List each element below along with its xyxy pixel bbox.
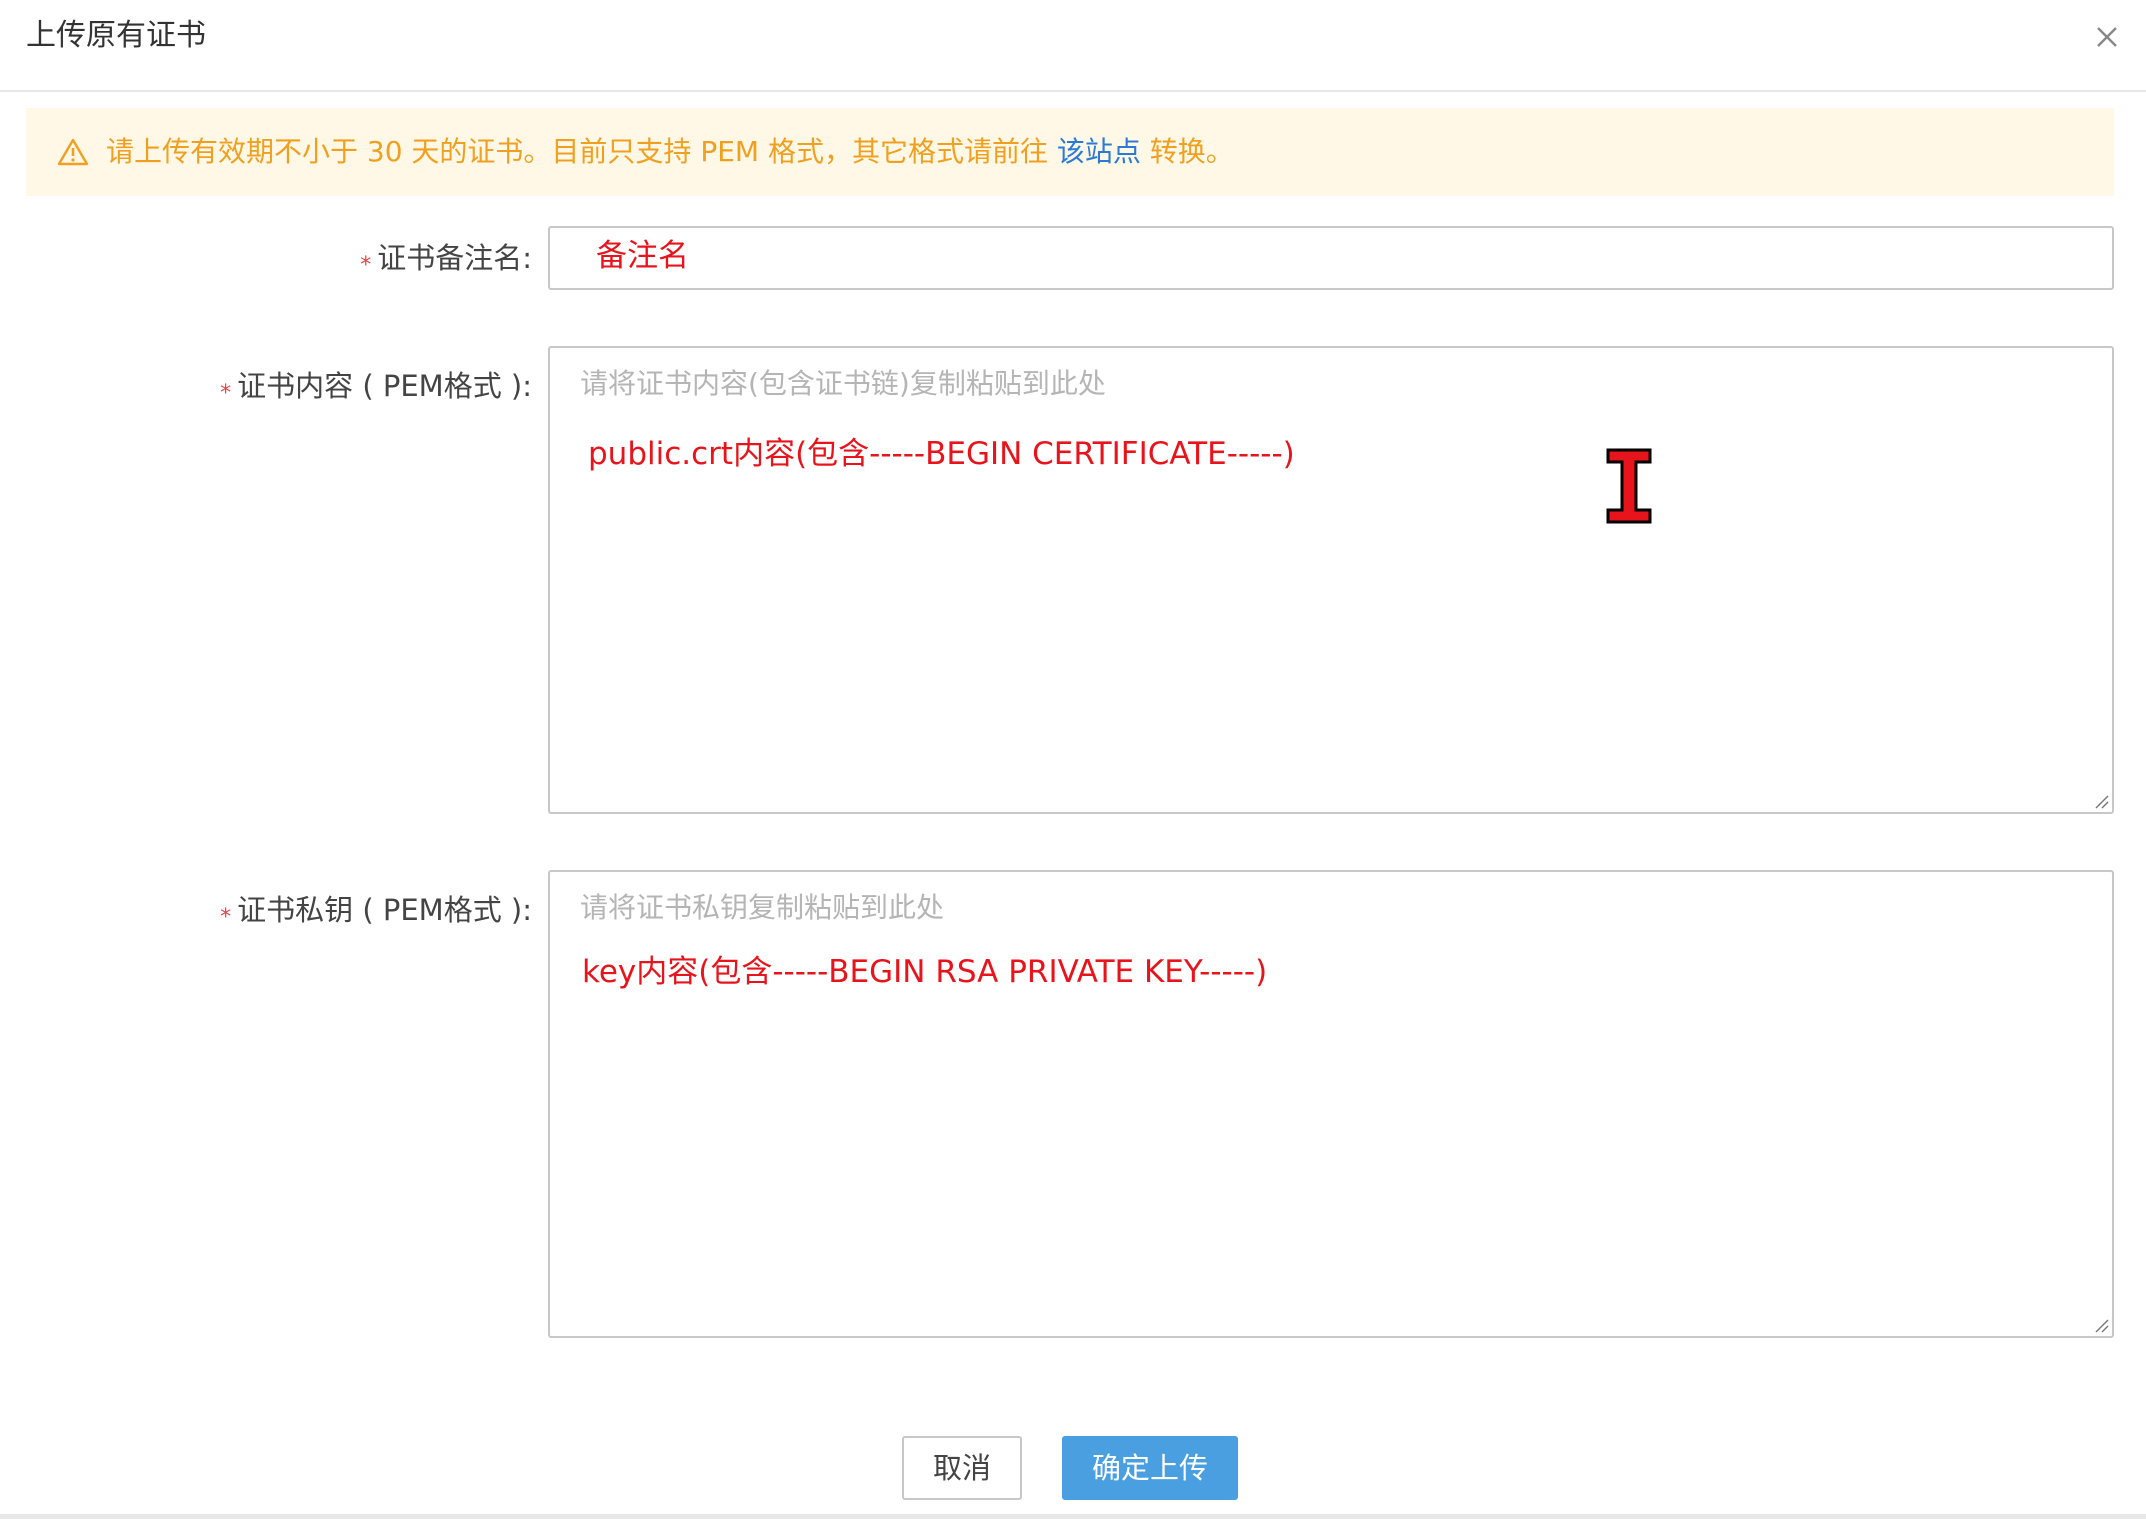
cert-content-label-text: 证书内容 ( PEM格式 ):: [237, 369, 532, 403]
notice-banner: 请上传有效期不小于 30 天的证书。目前只支持 PEM 格式，其它格式请前往 该…: [26, 108, 2114, 196]
dialog-title: 上传原有证书: [26, 18, 206, 53]
private-key-placeholder: 请将证书私钥复制粘贴到此处: [580, 891, 945, 924]
resize-grip-icon[interactable]: [2093, 1317, 2109, 1333]
cert-content-placeholder: 请将证书内容(包含证书链)复制粘贴到此处: [580, 367, 1106, 400]
dialog-bottom-divider: [0, 1514, 2146, 1519]
notice-text-before: 请上传有效期不小于 30 天的证书。目前只支持 PEM 格式，其它格式请前往: [106, 135, 1057, 168]
converter-site-link[interactable]: 该站点: [1057, 135, 1141, 168]
required-mark: *: [360, 253, 372, 278]
close-icon[interactable]: [2090, 20, 2124, 54]
private-key-annotation: key内容(包含-----BEGIN RSA PRIVATE KEY-----): [582, 954, 1268, 990]
upload-certificate-dialog: 上传原有证书 请上传有效期不小于 30 天的证书。目前只支持 PEM 格式，其它…: [0, 0, 2146, 1519]
cert-content-annotation: public.crt内容(包含-----BEGIN CERTIFICATE---…: [588, 436, 1295, 472]
required-mark: *: [220, 905, 232, 930]
confirm-upload-button[interactable]: 确定上传: [1062, 1436, 1238, 1500]
cancel-button[interactable]: 取消: [902, 1436, 1022, 1500]
text-cursor-icon: [1606, 448, 1652, 524]
required-mark: *: [220, 381, 232, 406]
resize-grip-icon[interactable]: [2093, 793, 2109, 809]
notice-text-after: 转换。: [1140, 135, 1234, 168]
dialog-header: 上传原有证书: [0, 0, 2146, 92]
cert-name-label-text: 证书备注名:: [377, 241, 532, 275]
notice-text: 请上传有效期不小于 30 天的证书。目前只支持 PEM 格式，其它格式请前往 该…: [106, 128, 1234, 176]
warning-icon: [56, 135, 90, 169]
cert-name-input[interactable]: 备注名: [548, 226, 2114, 290]
cert-name-label: * 证书备注名:: [12, 236, 532, 284]
cert-name-annotation: 备注名: [596, 238, 689, 274]
private-key-textarea[interactable]: 请将证书私钥复制粘贴到此处 key内容(包含-----BEGIN RSA PRI…: [548, 870, 2114, 1338]
private-key-label-text: 证书私钥 ( PEM格式 ):: [237, 893, 532, 927]
cert-content-label: * 证书内容 ( PEM格式 ):: [12, 364, 532, 412]
cert-content-textarea[interactable]: 请将证书内容(包含证书链)复制粘贴到此处 public.crt内容(包含----…: [548, 346, 2114, 814]
private-key-label: * 证书私钥 ( PEM格式 ):: [12, 888, 532, 936]
